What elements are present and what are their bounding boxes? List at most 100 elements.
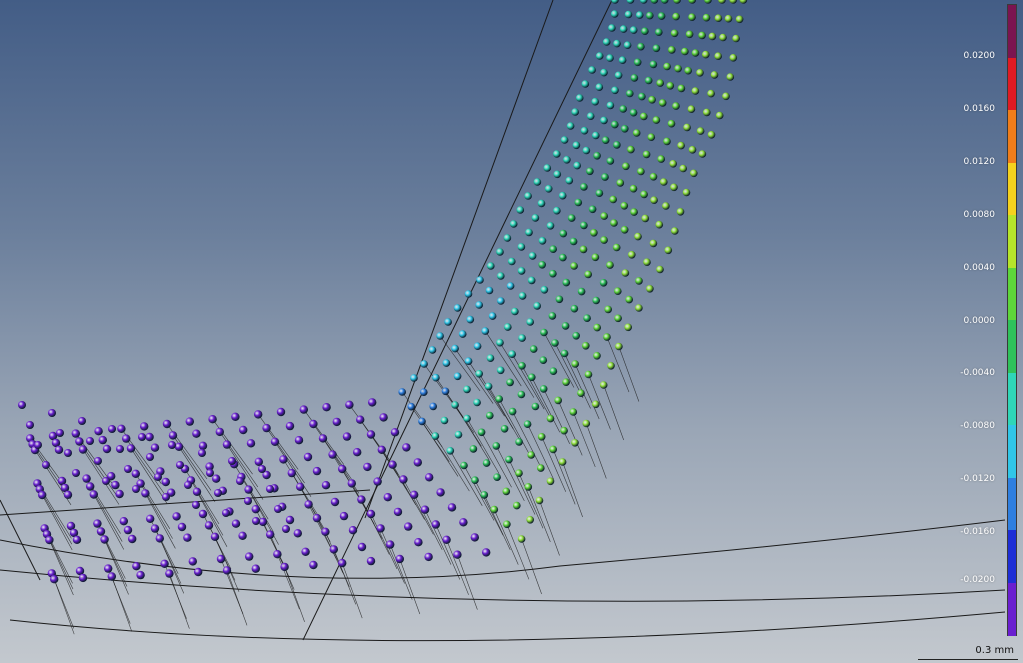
deviation-vector [325,531,350,587]
measurement-point [582,419,591,428]
measurement-point [517,390,526,399]
measurement-point [141,489,150,498]
measurement-point [104,564,113,573]
measurement-point [258,517,268,527]
wireframe-edge [302,0,613,641]
measurement-point [544,185,553,193]
measurement-point [303,452,313,462]
measurement-point [115,489,124,499]
color-scale-segment [1008,320,1016,373]
measurement-point [168,431,178,440]
measurement-point [368,398,377,407]
measurement-point [266,530,275,539]
deviation-vector [49,539,74,596]
measurement-point [487,262,495,270]
measurement-point [624,323,632,332]
measurement-point [560,136,569,144]
measurement-point [208,415,217,424]
measurement-point [506,378,514,387]
measurement-point [312,466,322,476]
measurement-point [18,401,26,409]
measurement-point [251,505,260,514]
measurement-point [140,422,149,431]
deviation-vector [562,461,583,518]
deviation-vector [528,486,551,542]
measurement-point [620,226,629,234]
measurement-point [584,270,592,279]
measurement-point [502,487,511,496]
3d-viewport[interactable] [0,0,1023,663]
measurement-point [698,150,707,158]
measurement-point [244,497,252,505]
measurement-point [471,476,479,485]
measurement-point [490,505,499,514]
measurement-point [620,202,629,210]
measurement-point [413,458,422,467]
color-scale-segment [1008,267,1016,321]
deviation-vector [111,576,133,632]
measurement-point [425,473,434,482]
measurement-point [273,550,282,559]
measurement-point [214,489,222,497]
measurement-point [729,0,737,4]
measurement-point [580,183,588,191]
measurement-point [606,54,614,62]
measurement-point [328,450,337,459]
measurement-point [637,167,645,176]
measurement-point [656,265,664,274]
measurement-point [485,286,494,295]
measurement-point [600,236,608,244]
measurement-point [726,73,735,81]
measurement-point [624,10,633,19]
color-scale-segment [1008,110,1016,163]
measurement-point [660,178,668,186]
measurement-point [348,526,358,535]
color-scale-tick-label: -0.0200 [960,575,995,585]
measurement-point [615,342,623,351]
measurement-point [569,408,578,416]
measurement-point [86,482,95,491]
measurement-point [674,64,682,73]
measurement-point [621,125,629,133]
measurement-point [495,395,504,403]
measurement-point [150,443,160,452]
measurement-point [458,330,467,338]
measurement-point [332,417,341,427]
measurement-point [652,44,661,53]
measurement-point [569,237,578,246]
measurement-point [131,469,140,478]
measurement-point [548,312,557,320]
measurement-point [648,96,656,104]
measurement-point [657,12,666,20]
measurement-point [239,425,248,435]
measurement-point [668,46,676,54]
measurement-point [162,419,172,429]
deviation-vector [457,554,478,610]
measurement-point [527,276,536,285]
scale-bar-line [918,659,1018,660]
measurement-point [177,522,187,532]
measurement-point [676,208,685,216]
measurement-point [537,464,545,472]
measurement-point [356,415,365,424]
measurement-point [531,402,540,411]
measurement-point [588,205,597,214]
measurement-point [34,441,42,449]
measurement-point [312,513,322,523]
deviation-point-cloud[interactable] [0,0,1023,663]
deviation-vector [269,534,295,590]
deviation-vector [539,500,560,556]
measurement-point [592,296,600,305]
measurement-point [503,234,512,242]
deviation-vector [474,480,504,536]
measurement-point [558,458,567,466]
measurement-point [570,304,579,313]
measurement-point [599,381,608,389]
measurement-point [71,429,81,438]
measurement-point [677,141,685,150]
measurement-point [621,269,630,277]
measurement-point [572,332,580,340]
measurement-point [729,54,738,62]
color-scale-segment [1008,425,1016,478]
measurement-point [210,532,220,541]
